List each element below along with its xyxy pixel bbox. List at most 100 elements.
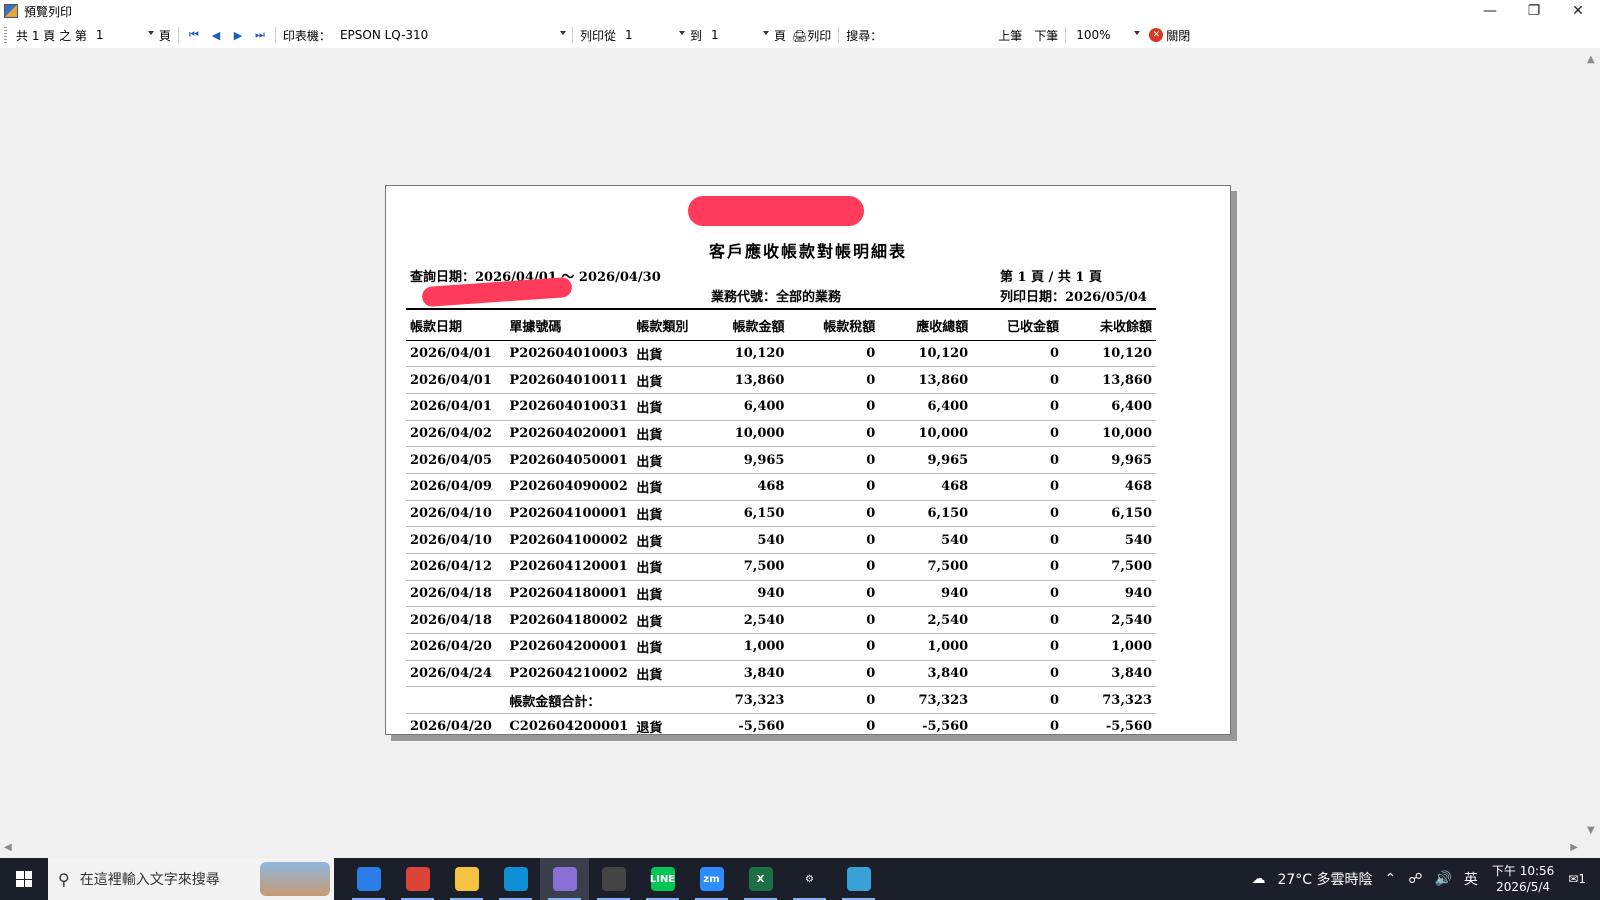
next-page-button[interactable]: ▶ <box>227 25 249 45</box>
amount-cell: 13,860 <box>700 366 789 394</box>
doc-number-cell: P202604010011 <box>505 366 633 394</box>
date-cell: 2026/04/20 <box>406 713 506 734</box>
printer-select[interactable]: EPSON LQ-310 <box>333 25 568 45</box>
date-cell: 2026/04/10 <box>406 500 506 528</box>
network-icon[interactable]: ☍ <box>1402 871 1428 887</box>
subtotal-row: 帳款金額合計： 73,323 0 73,323 0 73,323 <box>406 686 1156 715</box>
date-cell: 2026/04/01 <box>406 393 506 421</box>
windows-logo-icon <box>16 871 32 887</box>
restore-button[interactable]: ❐ <box>1512 0 1556 22</box>
taskbar-search[interactable]: ⚲ 在這裡輸入文字來搜尋 <box>48 858 334 900</box>
doc-number-cell: P202604180001 <box>505 580 633 608</box>
printer-label: 印表機： <box>282 28 331 43</box>
page-number-select[interactable]: 1 <box>89 25 156 45</box>
taskbar-app-button[interactable]: zm <box>687 858 736 900</box>
minimize-button[interactable]: — <box>1468 0 1512 22</box>
scroll-left-icon[interactable]: ◀ <box>4 842 12 853</box>
taskbar-app-button[interactable]: X <box>736 858 785 900</box>
taskbar-search-placeholder: 在這裡輸入文字來搜尋 <box>79 872 220 888</box>
zoom-select[interactable]: 100% <box>1070 25 1143 45</box>
balance-cell: 13,860 <box>1063 366 1156 394</box>
col-header: 未收餘額 <box>1063 312 1156 341</box>
print-to-value: 1 <box>710 28 719 42</box>
taskbar-app-button[interactable] <box>442 858 491 900</box>
doc-number-cell: P202604210002 <box>505 660 633 688</box>
table-row: 2026/04/10 P202604100002 出貨 540 0 540 0 540 <box>406 526 1156 554</box>
tax-cell: 0 <box>788 393 880 421</box>
weather-icon[interactable]: ☁ <box>1245 871 1271 887</box>
toolbar-grip[interactable] <box>4 27 7 43</box>
date-cell: 2026/04/18 <box>406 606 506 635</box>
prev-page-button[interactable]: ◀ <box>205 25 227 45</box>
taskbar-app-button[interactable] <box>834 858 883 900</box>
horizontal-scrollbar[interactable]: ◀ ▶ <box>0 840 1582 858</box>
total-cell: 10,120 <box>879 340 973 368</box>
last-page-button[interactable]: ⏭ <box>249 25 271 45</box>
date-cell: 2026/04/02 <box>406 420 506 448</box>
remote-desktop-icon <box>846 867 871 891</box>
close-preview-button[interactable]: ✕ 關閉 <box>1146 27 1193 44</box>
amount-cell: 540 <box>700 526 789 554</box>
tax-cell: 0 <box>788 713 880 734</box>
scroll-right-icon[interactable]: ▶ <box>1570 842 1578 853</box>
taskbar-app-button[interactable] <box>491 858 540 900</box>
file-explorer-icon <box>454 867 479 891</box>
search-input[interactable] <box>891 25 982 45</box>
taskbar-app-button[interactable] <box>540 858 589 900</box>
balance-cell: 7,500 <box>1063 553 1156 581</box>
received-cell: 0 <box>972 473 1064 501</box>
print-from-label: 列印從 <box>579 28 616 43</box>
weather-text[interactable]: 27°C 多雲時陰 <box>1271 869 1378 889</box>
tray-overflow-icon[interactable]: ⌃ <box>1379 871 1403 887</box>
print-from-select[interactable]: 1 <box>618 25 687 45</box>
total-cell: 540 <box>879 526 973 554</box>
table-row: 2026/04/02 P202604020001 出貨 10,000 0 10,000 0 1… <box>406 420 1156 448</box>
taskbar-app-button[interactable]: ⚙ <box>785 858 834 900</box>
type-cell: 出貨 <box>632 393 701 421</box>
date-cell: 2026/04/10 <box>406 526 506 554</box>
taskbar-app-button[interactable] <box>344 858 393 900</box>
balance-cell: 2,540 <box>1063 606 1156 635</box>
received-cell: 0 <box>972 446 1064 474</box>
received-cell: 0 <box>972 633 1064 661</box>
start-button[interactable] <box>0 858 48 900</box>
tax-cell: 0 <box>788 366 880 394</box>
close-window-button[interactable]: ✕ <box>1556 0 1600 22</box>
vertical-scrollbar[interactable]: ▲ ▼ <box>1582 52 1600 838</box>
balance-cell: 10,000 <box>1063 420 1156 448</box>
tax-cell: 0 <box>788 633 880 661</box>
line-icon: LINE <box>650 867 675 891</box>
notification-button[interactable]: ✉1 <box>1562 872 1592 886</box>
zoom-value: 100% <box>1076 28 1111 42</box>
toolbar-separator <box>571 27 573 43</box>
print-button-label: 列印 <box>807 28 832 43</box>
type-cell: 出貨 <box>632 446 701 474</box>
first-page-button[interactable]: ⏮ <box>183 25 205 45</box>
doc-number-cell: P202604180002 <box>505 606 633 635</box>
print-button[interactable]: 🖨列印 <box>789 27 834 44</box>
type-cell: 出貨 <box>632 606 701 635</box>
report-page: 客戶應收帳款對帳明細表 查詢日期：2026/04/01 ～ 2026/04/30… <box>385 185 1231 735</box>
tax-cell: 0 <box>788 606 880 635</box>
print-to-select[interactable]: 1 <box>704 25 771 45</box>
ime-indicator[interactable]: 英 <box>1458 869 1484 889</box>
prev-record-button[interactable]: 上筆 <box>995 27 1025 44</box>
next-record-button[interactable]: 下筆 <box>1031 27 1061 44</box>
table-header-row: 帳款日期 單據號碼 帳款類別 帳款金額 帳款稅額 應收總額 已收金額 未收餘額 <box>406 312 1156 341</box>
table-row: 2026/04/09 P202604090002 出貨 468 0 468 0 468 <box>406 473 1156 501</box>
scroll-down-icon[interactable]: ▼ <box>1587 825 1595 836</box>
taskbar-app-button[interactable]: LINE <box>638 858 687 900</box>
taskbar-app-button[interactable] <box>393 858 442 900</box>
balance-cell: 468 <box>1063 473 1156 501</box>
volume-icon[interactable]: 🔊 <box>1428 871 1457 887</box>
settings-icon: ⚙ <box>797 867 822 891</box>
clock[interactable]: 下午 10:56 2026/5/4 <box>1484 863 1562 895</box>
preview-toolbar: 共 1 頁 之 第 1 頁 ⏮ ◀ ▶ ⏭ 印表機： EPSON LQ-310 … <box>0 22 1600 48</box>
balance-cell: 10,120 <box>1063 340 1156 368</box>
taskbar-app-button[interactable] <box>589 858 638 900</box>
toolbar-separator <box>274 27 276 43</box>
received-cell: 0 <box>972 606 1064 635</box>
balance-cell: 6,400 <box>1063 393 1156 421</box>
scroll-up-icon[interactable]: ▲ <box>1587 54 1595 65</box>
received-cell: 0 <box>972 500 1064 528</box>
